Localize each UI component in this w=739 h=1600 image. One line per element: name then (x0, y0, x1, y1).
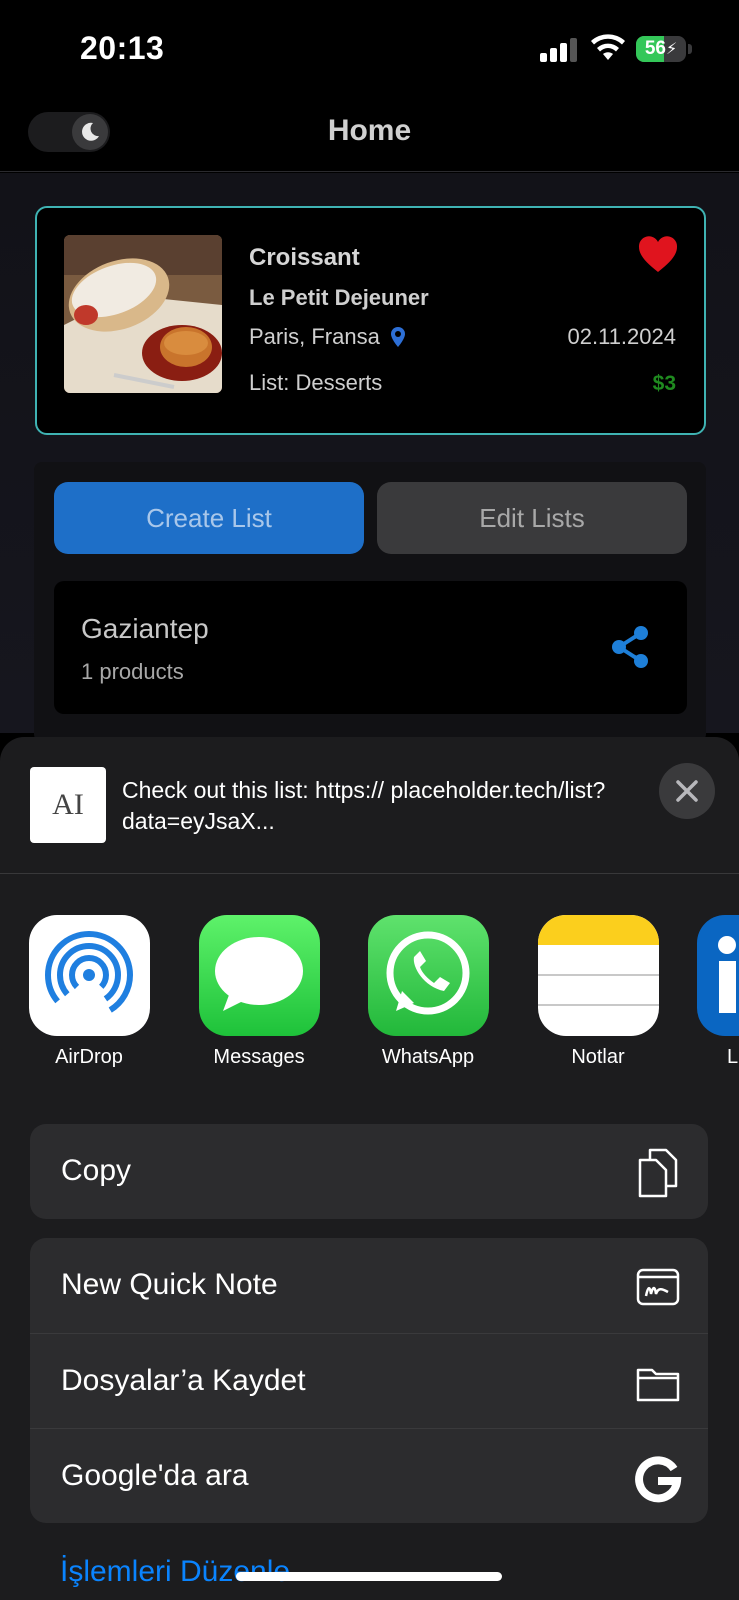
product-location: Paris, Fransa (249, 324, 406, 350)
favorite-heart-icon[interactable] (638, 236, 678, 274)
thumbnail-text: AI (52, 788, 84, 821)
share-app-airdrop[interactable]: AirDrop (19, 915, 159, 1069)
wifi-icon (591, 34, 625, 60)
share-app-partial[interactable]: L (697, 915, 739, 1069)
cellular-signal-icon (540, 38, 580, 62)
product-list: List: Desserts (249, 370, 383, 395)
home-indicator (236, 1572, 502, 1581)
status-bar: 20:13 56⚡ (0, 0, 739, 100)
copy-action[interactable]: Copy (30, 1124, 708, 1219)
share-apps-row: AirDrop Messages WhatsApp Notlar L (0, 915, 739, 1075)
share-app-messages[interactable]: Messages (189, 915, 329, 1069)
list-count: 1 products (81, 659, 184, 684)
google-search-action[interactable]: Google'da ara (30, 1428, 708, 1523)
close-icon (676, 780, 698, 802)
app-label: Messages (213, 1046, 305, 1068)
text-document-thumbnail: AI (30, 767, 106, 843)
battery-cap (688, 44, 692, 54)
quick-note-icon (636, 1268, 680, 1306)
action-label: Copy (61, 1154, 132, 1187)
product-image (64, 235, 222, 393)
action-label: Google'da ara (61, 1459, 249, 1492)
product-name: Croissant (249, 244, 360, 271)
battery-level-text: 56 (644, 38, 666, 59)
share-app-notes[interactable]: Notlar (528, 915, 668, 1069)
linkedin-icon (697, 915, 739, 1036)
close-button[interactable] (659, 763, 715, 819)
more-actions-group: New Quick Note Dosyalar’a Kaydet Google'… (30, 1238, 708, 1523)
google-icon (635, 1456, 682, 1503)
edit-lists-button[interactable]: Edit Lists (377, 482, 687, 554)
copy-action-group: Copy (30, 1124, 708, 1219)
whatsapp-icon (367, 915, 489, 1036)
messages-icon (198, 915, 320, 1036)
app-label: AirDrop (55, 1046, 123, 1068)
location-pin-icon (390, 327, 405, 347)
share-sheet: AI Check out this list: https:// placeho… (0, 737, 739, 1600)
action-label: Dosyalar’a Kaydet (61, 1364, 306, 1397)
product-card[interactable]: Croissant Le Petit Dejeuner Paris, Frans… (35, 206, 706, 435)
battery-indicator: 56⚡ (636, 36, 686, 62)
product-date: 02.11.2024 (567, 324, 676, 349)
nav-bar: Home (0, 100, 739, 172)
status-time: 20:13 (80, 30, 165, 66)
app-label: L (727, 1046, 739, 1068)
quick-note-action[interactable]: New Quick Note (30, 1238, 708, 1333)
list-item[interactable]: Gaziantep 1 products (54, 581, 687, 714)
shared-text-preview: Check out this list: https:// placeholde… (122, 777, 606, 834)
share-icon[interactable] (609, 625, 651, 669)
create-list-button[interactable]: Create List (54, 482, 364, 554)
folder-icon (636, 1368, 680, 1402)
airdrop-icon (28, 915, 150, 1036)
notes-icon (537, 915, 659, 1036)
share-sheet-header: AI Check out this list: https:// placeho… (0, 737, 739, 874)
product-price: $3 (652, 372, 676, 395)
share-app-whatsapp[interactable]: WhatsApp (358, 915, 498, 1069)
action-label: New Quick Note (61, 1268, 278, 1301)
app-label: Notlar (571, 1046, 625, 1068)
page-title: Home (327, 114, 412, 147)
list-name: Gaziantep (81, 613, 209, 644)
location-text: Paris, Fransa (249, 324, 380, 349)
app-label: WhatsApp (381, 1046, 475, 1068)
copy-icon (638, 1148, 678, 1198)
product-vendor: Le Petit Dejeuner (249, 285, 429, 310)
save-to-files-action[interactable]: Dosyalar’a Kaydet (30, 1333, 708, 1428)
lists-panel: Create List Edit Lists Gaziantep 1 produ… (34, 462, 706, 742)
